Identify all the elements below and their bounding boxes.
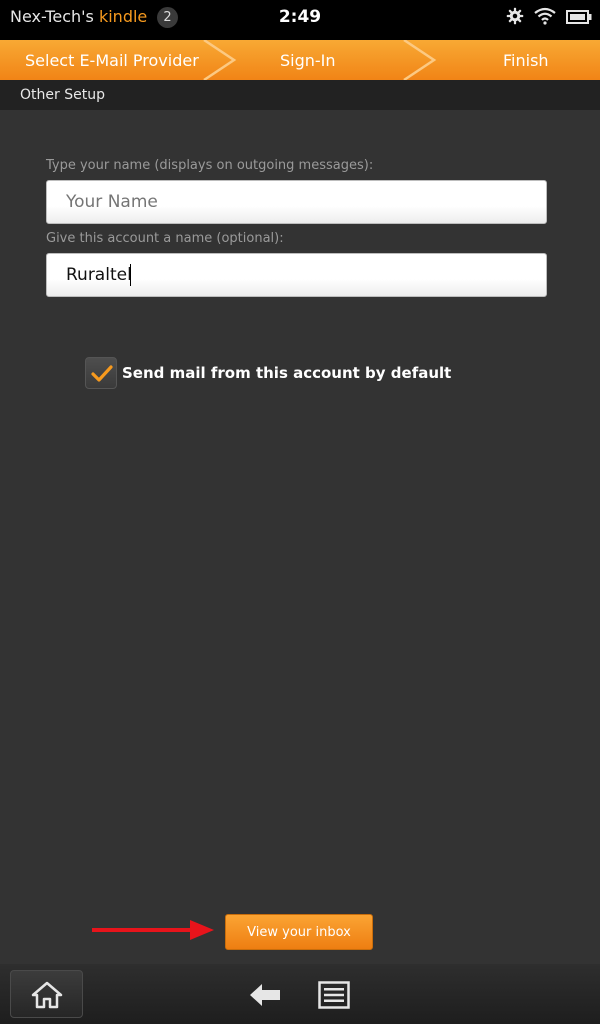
red-arrow-icon — [92, 920, 214, 940]
battery-icon[interactable] — [566, 9, 592, 28]
home-icon — [31, 981, 63, 1009]
name-input[interactable] — [46, 180, 547, 224]
menu-icon[interactable] — [318, 981, 350, 1009]
status-bar: Nex-Tech's kindle 2 2:49 — [0, 0, 600, 40]
bottom-nav-bar — [0, 964, 600, 1024]
default-account-label[interactable]: Send mail from this account by default — [122, 364, 451, 382]
step-finish: Finish — [503, 51, 549, 70]
step-separator-icon — [203, 40, 237, 80]
section-title: Other Setup — [20, 87, 105, 103]
name-field-label: Type your name (displays on outgoing mes… — [46, 158, 374, 173]
step-separator-icon — [403, 40, 437, 80]
account-name-field-label: Give this account a name (optional): — [46, 231, 284, 246]
section-header: Other Setup — [0, 80, 600, 110]
wifi-icon[interactable] — [534, 7, 556, 29]
status-icons — [496, 6, 592, 30]
account-name-input[interactable] — [46, 253, 547, 297]
view-inbox-button[interactable]: View your inbox — [225, 914, 373, 950]
default-account-checkbox[interactable] — [85, 357, 117, 389]
step-sign-in: Sign-In — [280, 51, 336, 70]
gear-icon[interactable] — [506, 7, 524, 29]
back-arrow-icon[interactable] — [248, 982, 282, 1008]
home-button[interactable] — [10, 970, 83, 1018]
checkmark-icon — [91, 365, 113, 382]
setup-steps-bar: Select E-Mail Provider Sign-In Finish — [0, 40, 600, 80]
step-select-provider: Select E-Mail Provider — [25, 51, 199, 70]
text-caret — [130, 264, 131, 286]
